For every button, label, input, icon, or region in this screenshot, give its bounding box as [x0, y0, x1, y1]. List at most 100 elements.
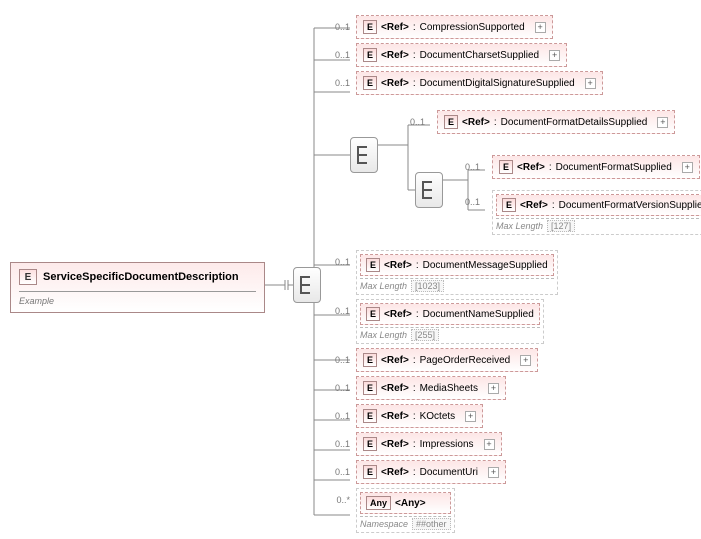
ref-label: <Ref>	[384, 260, 412, 271]
sequence-compositor-nested2[interactable]	[415, 172, 443, 208]
cardinality: 0..1	[330, 460, 350, 477]
any-wrapper: Any <Any> Namespace##other	[356, 488, 455, 533]
element-badge: E	[363, 48, 377, 62]
element-ref-koctets[interactable]: E <Ref> : KOctets +	[356, 404, 483, 428]
ref-type: DocumentCharsetSupplied	[420, 50, 540, 61]
ref-label: <Ref>	[381, 22, 409, 33]
element-ref-row: 0..1 E <Ref> : Impressions +	[330, 432, 558, 456]
ref-label: <Ref>	[381, 78, 409, 89]
cardinality: 0..1	[410, 110, 425, 127]
element-badge: E	[363, 76, 377, 90]
element-badge: E	[363, 353, 377, 367]
cardinality: 0..1	[330, 432, 350, 449]
element-ref-row: 0..1 E <Ref> : DocumentMessageSupplied M…	[330, 250, 558, 295]
expand-icon[interactable]: +	[520, 355, 531, 366]
cardinality: 0..1	[330, 250, 350, 267]
element-ref-charset[interactable]: E <Ref> : DocumentCharsetSupplied +	[356, 43, 567, 67]
children-column-2: 0..1 E <Ref> : DocumentMessageSupplied M…	[330, 250, 558, 537]
ref-type: DocumentFormatDetailsSupplied	[501, 117, 648, 128]
element-wrapper: E <Ref> : DocumentNameSupplied Max Lengt…	[356, 299, 544, 344]
ref-label: <Ref>	[462, 117, 490, 128]
element-badge: E	[366, 307, 380, 321]
element-ref-mediasheets[interactable]: E <Ref> : MediaSheets +	[356, 376, 506, 400]
element-ref-pageorder[interactable]: E <Ref> : PageOrderReceived +	[356, 348, 538, 372]
element-ref-compression[interactable]: E <Ref> : CompressionSupported +	[356, 15, 553, 39]
root-element-box[interactable]: E ServiceSpecificDocumentDescription Exa…	[10, 262, 265, 313]
ref-label: <Ref>	[517, 162, 545, 173]
ref-label: <Ref>	[381, 50, 409, 61]
ref-type: Impressions	[420, 439, 474, 450]
expand-icon[interactable]: +	[585, 78, 596, 89]
ref-label: <Ref>	[381, 383, 409, 394]
expand-icon[interactable]: +	[488, 467, 499, 478]
expand-icon[interactable]: +	[465, 411, 476, 422]
root-annotation: Example	[19, 296, 256, 306]
element-ref-row: 0..1 E <Ref> : DocumentUri +	[330, 460, 558, 484]
root-element: E ServiceSpecificDocumentDescription Exa…	[10, 262, 265, 313]
ref-label: <Ref>	[381, 467, 409, 478]
cardinality: 0..*	[330, 488, 350, 505]
element-ref-row: 0..1 E <Ref> : PageOrderReceived +	[330, 348, 558, 372]
maxlength-annotation: Max Length[1023]	[360, 278, 554, 291]
element-badge: E	[19, 269, 37, 285]
expand-icon[interactable]: +	[535, 22, 546, 33]
element-ref-impressions[interactable]: E <Ref> : Impressions +	[356, 432, 502, 456]
element-ref-signature[interactable]: E <Ref> : DocumentDigitalSignatureSuppli…	[356, 71, 603, 95]
root-element-name: ServiceSpecificDocumentDescription	[43, 271, 239, 283]
namespace-annotation: Namespace##other	[360, 516, 451, 529]
maxlength-annotation: Max Length[255]	[360, 327, 540, 340]
element-ref-format-version[interactable]: E <Ref> : DocumentFormatVersionSupplied	[496, 194, 701, 216]
ref-label: <Ref>	[384, 309, 412, 320]
ref-label: <Ref>	[381, 439, 409, 450]
element-ref-row: 0..1 E <Ref> : DocumentNameSupplied Max …	[330, 299, 558, 344]
element-ref-row: 0..1 E <Ref> : KOctets +	[330, 404, 558, 428]
element-ref-message[interactable]: E <Ref> : DocumentMessageSupplied	[360, 254, 554, 276]
ref-type: KOctets	[420, 411, 456, 422]
format-version-row: 0..1 E <Ref> : DocumentFormatVersionSupp…	[465, 190, 701, 235]
ref-type: MediaSheets	[420, 383, 478, 394]
element-badge: E	[499, 160, 513, 174]
element-ref-format-details[interactable]: E <Ref> : DocumentFormatDetailsSupplied …	[437, 110, 675, 134]
element-ref-format[interactable]: E <Ref> : DocumentFormatSupplied +	[492, 155, 700, 179]
cardinality: 0..1	[330, 299, 350, 316]
cardinality: 0..1	[330, 43, 350, 60]
element-wrapper: E <Ref> : DocumentFormatVersionSupplied …	[492, 190, 701, 235]
cardinality: 0..1	[330, 404, 350, 421]
ref-type: DocumentNameSupplied	[423, 309, 534, 320]
expand-icon[interactable]: +	[682, 162, 693, 173]
cardinality: 0..1	[330, 71, 350, 88]
ref-label: <Ref>	[381, 355, 409, 366]
ref-type: DocumentDigitalSignatureSupplied	[420, 78, 575, 89]
expand-icon[interactable]: +	[657, 117, 668, 128]
element-badge: E	[363, 465, 377, 479]
ref-type: DocumentFormatVersionSupplied	[559, 200, 701, 211]
format-details-row: 0..1 E <Ref> : DocumentFormatDetailsSupp…	[410, 110, 675, 134]
expand-icon[interactable]: +	[484, 439, 495, 450]
sequence-compositor-nested[interactable]	[350, 137, 378, 173]
expand-icon[interactable]: +	[488, 383, 499, 394]
element-badge: E	[444, 115, 458, 129]
sequence-compositor[interactable]	[293, 267, 321, 303]
element-badge: E	[363, 381, 377, 395]
ref-type: DocumentMessageSupplied	[423, 260, 548, 271]
cardinality: 0..1	[465, 190, 480, 207]
any-badge: Any	[366, 496, 391, 510]
element-badge: E	[363, 437, 377, 451]
element-wrapper: E <Ref> : DocumentMessageSupplied Max Le…	[356, 250, 558, 295]
schema-diagram: E ServiceSpecificDocumentDescription Exa…	[10, 10, 691, 519]
cardinality: 0..1	[330, 15, 350, 32]
element-ref-name-supplied[interactable]: E <Ref> : DocumentNameSupplied	[360, 303, 540, 325]
cardinality: 0..1	[330, 376, 350, 393]
ref-label: <Ref>	[381, 411, 409, 422]
cardinality: 0..1	[465, 155, 480, 172]
element-badge: E	[366, 258, 380, 272]
format-supplied-row: 0..1 E <Ref> : DocumentFormatSupplied +	[465, 155, 700, 179]
element-ref-documenturi[interactable]: E <Ref> : DocumentUri +	[356, 460, 506, 484]
children-column: 0..1 E <Ref> : CompressionSupported + 0.…	[330, 15, 603, 99]
element-ref-row: 0..1 E <Ref> : DocumentDigitalSignatureS…	[330, 71, 603, 95]
element-ref-row: 0..1 E <Ref> : DocumentCharsetSupplied +	[330, 43, 603, 67]
element-ref-row: 0..1 E <Ref> : CompressionSupported +	[330, 15, 603, 39]
element-badge: E	[363, 409, 377, 423]
any-element[interactable]: Any <Any>	[360, 492, 451, 514]
expand-icon[interactable]: +	[549, 50, 560, 61]
